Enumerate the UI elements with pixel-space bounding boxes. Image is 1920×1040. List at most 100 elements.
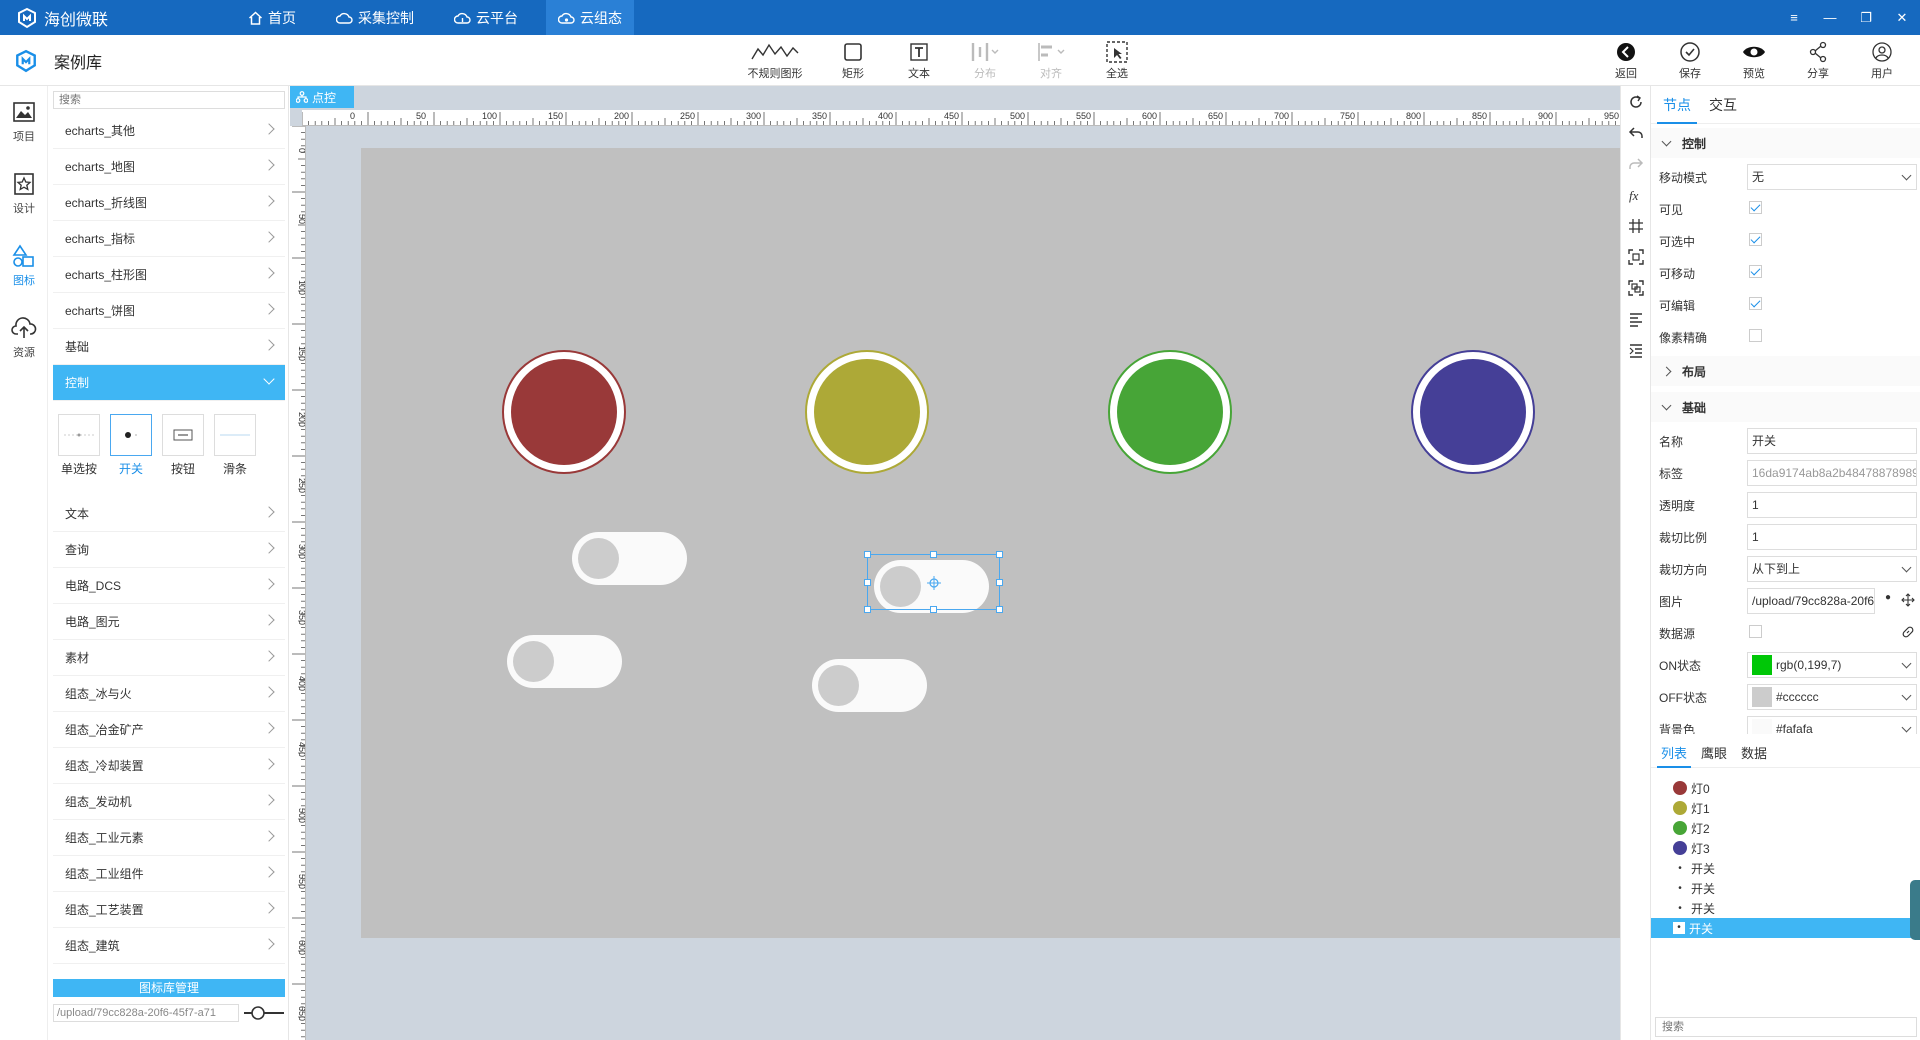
layer-item[interactable]: 灯2: [1651, 818, 1920, 838]
category-item[interactable]: echarts_其他: [53, 113, 285, 149]
resize-handle-tr[interactable]: [996, 551, 1003, 558]
selection-box[interactable]: [864, 551, 1003, 613]
indent-button[interactable]: [1621, 334, 1651, 365]
layer-item[interactable]: 灯0: [1651, 778, 1920, 798]
move-mode-select[interactable]: 无: [1747, 164, 1917, 190]
layer-search-input[interactable]: [1655, 1017, 1917, 1037]
category-item[interactable]: 组态_建筑: [53, 928, 285, 964]
layer-item[interactable]: 灯1: [1651, 798, 1920, 818]
back-button[interactable]: 返回: [1594, 39, 1658, 81]
tab-node[interactable]: 节点: [1657, 86, 1697, 124]
preview-button[interactable]: 预览: [1722, 39, 1786, 81]
switch-1[interactable]: [507, 635, 622, 688]
opacity-input[interactable]: 1: [1747, 492, 1917, 518]
tab-list[interactable]: 列表: [1657, 740, 1692, 768]
library-path-field[interactable]: /upload/79cc828a-20f6-45f7-a71: [53, 1004, 239, 1022]
crop-direction-select[interactable]: 从下到上: [1747, 556, 1917, 582]
resize-handle-br[interactable]: [996, 606, 1003, 613]
redo-button[interactable]: [1621, 148, 1651, 179]
ungroup-button[interactable]: [1621, 272, 1651, 303]
close-button[interactable]: ✕: [1884, 0, 1920, 35]
off-state-picker[interactable]: #cccccc: [1747, 684, 1917, 710]
control-button[interactable]: 按钮: [161, 414, 205, 477]
rail-resources[interactable]: 资源: [0, 302, 48, 374]
rail-project[interactable]: 项目: [0, 86, 48, 158]
library-manager-button[interactable]: 图标库管理: [53, 979, 285, 997]
tab-data[interactable]: 数据: [1737, 740, 1771, 768]
resize-handle-tl[interactable]: [864, 551, 871, 558]
design-stage[interactable]: [361, 148, 1620, 938]
refresh-button[interactable]: [1621, 86, 1651, 117]
move-icon[interactable]: [1901, 593, 1915, 607]
nav-collect[interactable]: 采集控制: [324, 0, 426, 35]
control-radio[interactable]: 单选按: [57, 414, 101, 477]
layer-item[interactable]: • 开关: [1651, 858, 1920, 878]
tab-overview[interactable]: 鹰眼: [1697, 740, 1731, 768]
category-item[interactable]: 电路_图元: [53, 604, 285, 640]
resize-handle-bm[interactable]: [930, 606, 937, 613]
category-item[interactable]: echarts_指标: [53, 221, 285, 257]
movable-checkbox[interactable]: [1749, 265, 1762, 278]
section-layout[interactable]: 布局: [1651, 356, 1920, 386]
grid-button[interactable]: [1621, 210, 1651, 241]
category-item[interactable]: 素材: [53, 640, 285, 676]
zoom-slider[interactable]: [242, 1004, 286, 1022]
category-item[interactable]: 组态_工业组件: [53, 856, 285, 892]
nav-home[interactable]: 首页: [236, 0, 308, 35]
light-3[interactable]: [1411, 350, 1535, 474]
section-basic[interactable]: 基础: [1651, 392, 1920, 422]
rectangle-tool[interactable]: 矩形: [820, 39, 886, 81]
control-slider[interactable]: 滑条: [213, 414, 257, 477]
function-button[interactable]: fx: [1621, 179, 1651, 210]
category-item[interactable]: 组态_发动机: [53, 784, 285, 820]
menu-button[interactable]: ≡: [1776, 0, 1812, 35]
resize-handle-ml[interactable]: [864, 579, 871, 586]
pixel-precise-checkbox[interactable]: [1749, 329, 1762, 342]
freeform-tool[interactable]: 不规则图形: [730, 39, 820, 81]
switch-2[interactable]: [812, 659, 927, 712]
category-item[interactable]: 组态_工业元素: [53, 820, 285, 856]
layer-item[interactable]: • 开关: [1651, 898, 1920, 918]
nav-config[interactable]: 云组态: [546, 0, 634, 35]
resize-handle-bl[interactable]: [864, 606, 871, 613]
category-item[interactable]: 电路_DCS: [53, 568, 285, 604]
category-item[interactable]: 基础: [53, 329, 285, 365]
group-button[interactable]: [1621, 241, 1651, 272]
image-option-dot[interactable]: ●: [1885, 592, 1891, 603]
crop-ratio-input[interactable]: 1: [1747, 524, 1917, 550]
layer-item[interactable]: • 开关: [1651, 918, 1920, 938]
rail-design[interactable]: 设计: [0, 158, 48, 230]
library-search-input[interactable]: [53, 91, 285, 109]
rail-icons[interactable]: 图标: [0, 230, 48, 302]
user-button[interactable]: 用户: [1850, 39, 1914, 81]
side-drawer-handle[interactable]: [1910, 880, 1920, 940]
visible-checkbox[interactable]: [1749, 201, 1762, 214]
minimize-button[interactable]: —: [1812, 0, 1848, 35]
category-item[interactable]: 组态_冶金矿产: [53, 712, 285, 748]
on-state-picker[interactable]: rgb(0,199,7): [1747, 652, 1917, 678]
distribute-tool[interactable]: 分布: [952, 39, 1018, 81]
category-item[interactable]: 组态_冷却装置: [53, 748, 285, 784]
undo-button[interactable]: [1621, 117, 1651, 148]
category-item[interactable]: echarts_地图: [53, 149, 285, 185]
link-icon[interactable]: [1901, 625, 1915, 639]
save-button[interactable]: 保存: [1658, 39, 1722, 81]
resize-handle-mr[interactable]: [996, 579, 1003, 586]
category-item[interactable]: echarts_柱形图: [53, 257, 285, 293]
layer-item[interactable]: 灯3: [1651, 838, 1920, 858]
category-item[interactable]: 查询: [53, 532, 285, 568]
light-1[interactable]: [805, 350, 929, 474]
selectable-checkbox[interactable]: [1749, 233, 1762, 246]
brand[interactable]: 海创微联: [16, 0, 108, 35]
name-input[interactable]: 开关: [1747, 428, 1917, 454]
category-item[interactable]: 文本: [53, 496, 285, 532]
background-picker[interactable]: #fafafa: [1747, 716, 1917, 734]
category-item[interactable]: 组态_冰与火: [53, 676, 285, 712]
select-all-tool[interactable]: 全选: [1084, 39, 1150, 81]
datasource-checkbox[interactable]: [1749, 625, 1762, 638]
light-2[interactable]: [1108, 350, 1232, 474]
align-tool[interactable]: 对齐: [1018, 39, 1084, 81]
canvas-tab[interactable]: 点控: [290, 86, 354, 108]
switch-0[interactable]: [572, 532, 687, 585]
maximize-button[interactable]: ❐: [1848, 0, 1884, 35]
